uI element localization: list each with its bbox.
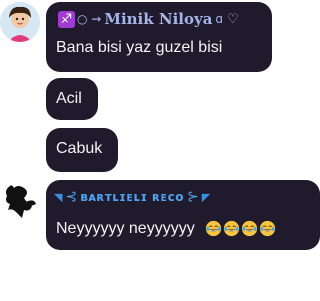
face-with-tears-of-joy-icon	[206, 221, 222, 237]
message-bubble[interactable]: ◥ ⊰ ʙᴀʀтʟɪᴇʟɪ ʀᴇᴄᴏ ⊱ ◤ Neyyyyyy neyyyyyy	[46, 180, 320, 250]
avatar-image	[0, 180, 40, 220]
message-bubble[interactable]: Cabuk	[46, 128, 118, 172]
message-text: Neyyyyyy neyyyyyy	[56, 220, 195, 237]
sender-name: ʙᴀʀтʟɪᴇʟɪ ʀᴇᴄᴏ	[80, 190, 184, 204]
triangle-decoration-right: ◤	[201, 190, 211, 204]
avatar-sender-2[interactable]	[0, 180, 40, 220]
avatar-image	[0, 2, 40, 42]
sender-name-row[interactable]: ♐ ○ ⇝ Minik Niloya ɑ ♡	[58, 10, 239, 28]
sagittarius-icon: ♐	[58, 10, 75, 28]
message-bubble[interactable]: ♐ ○ ⇝ Minik Niloya ɑ ♡ Bana bisi yaz guz…	[46, 2, 272, 72]
message-text: Acil	[56, 90, 82, 107]
sender-name: Minik Niloya	[104, 10, 213, 28]
message-text-row: Neyyyyyy neyyyyyy	[56, 220, 277, 238]
face-with-tears-of-joy-icon	[224, 221, 240, 237]
triangle-decoration-left: ◥	[54, 190, 63, 204]
heart-icon: ♡	[227, 11, 239, 27]
face-with-tears-of-joy-icon	[242, 221, 258, 237]
swirl-decoration-left: ⊰	[65, 189, 78, 205]
avatar-sender-1[interactable]	[0, 2, 40, 42]
name-decoration-right: ɑ	[215, 12, 224, 26]
sender-name-row[interactable]: ◥ ⊰ ʙᴀʀтʟɪᴇʟɪ ʀᴇᴄᴏ ⊱ ◤	[54, 189, 210, 205]
emoji-group	[205, 220, 277, 237]
message-bubble[interactable]: Acil	[46, 78, 98, 120]
face-with-tears-of-joy-icon	[260, 221, 276, 237]
name-decoration-left: ○ ⇝	[77, 12, 102, 26]
message-text: Bana bisi yaz guzel bisi	[56, 39, 223, 56]
message-text: Cabuk	[56, 140, 103, 157]
swirl-decoration-right: ⊱	[186, 189, 199, 205]
